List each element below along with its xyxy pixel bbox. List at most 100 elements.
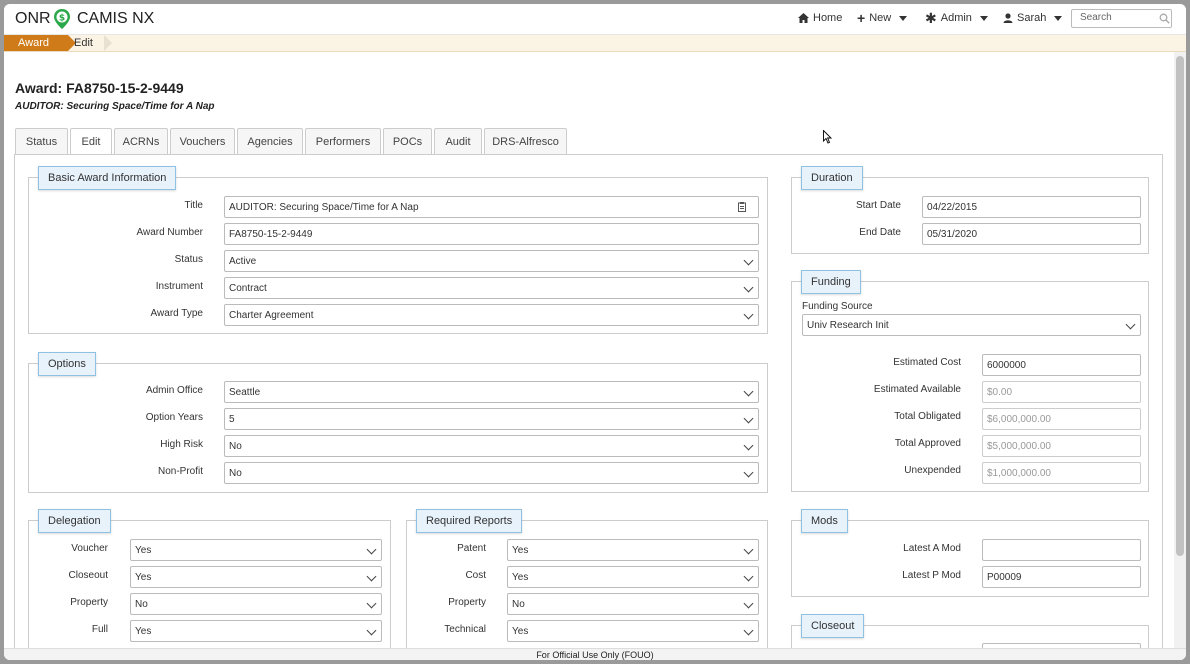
home-icon [798,13,809,23]
footer-banner: For Official Use Only (FOUO) [4,648,1186,660]
nav-user-label: Sarah [1017,12,1047,24]
tab-acrns[interactable]: ACRNs [114,128,168,154]
main-content: Award: FA8750-15-2-9449 AUDITOR: Securin… [4,52,1174,648]
technical-select[interactable]: Yes [507,620,759,642]
closeout-label: Closeout [68,570,108,581]
brand-camis: CAMIS NX [77,10,155,27]
award-number-label: Award Number [136,227,203,238]
tab-status[interactable]: Status [15,128,68,154]
title-field[interactable]: AUDITOR: Securing Space/Time for A Nap [224,196,759,218]
page-subtitle: AUDITOR: Securing Space/Time for A Nap [15,101,215,112]
total-approved-field: $5,000,000.00 [982,435,1141,457]
closeout-legend: Closeout [801,614,865,638]
voucher-select[interactable]: Yes [130,539,382,561]
voucher-label: Voucher [71,543,108,554]
page-title: Award: FA8750-15-2-9449 [15,80,184,96]
estimated-available-label: Estimated Available [873,384,961,395]
award-type-select[interactable]: Charter Agreement [224,304,759,326]
vertical-scrollbar[interactable] [1174,52,1186,648]
svg-text:$: $ [59,14,65,24]
brand-onr: ONR [15,10,51,27]
tab-vouchers[interactable]: Vouchers [170,128,235,154]
breadcrumb-arrow [104,35,112,51]
latest-a-mod-field[interactable] [982,539,1141,561]
nav-admin[interactable]: ✱ Admin [925,10,988,26]
cost-select[interactable]: Yes [507,566,759,588]
admin-office-select[interactable]: Seattle [224,381,759,403]
breadcrumb: Award Edit [4,35,1186,52]
cost-label: Cost [465,570,486,581]
award-number-field[interactable]: FA8750-15-2-9449 [224,223,759,245]
start-date-field[interactable]: 04/22/2015 [922,196,1141,218]
patent-select[interactable]: Yes [507,539,759,561]
option-years-select[interactable]: 5 [224,408,759,430]
instrument-label: Instrument [155,281,203,292]
user-icon [1003,13,1013,23]
breadcrumb-edit: Edit [74,37,93,49]
title-label: Title [184,200,203,211]
award-type-label: Award Type [150,308,203,319]
status-select[interactable]: Active [224,250,759,272]
full-select[interactable]: Yes [130,620,382,642]
patent-label: Patent [457,543,486,554]
estimated-available-field: $0.00 [982,381,1141,403]
delegation-property-label: Property [70,597,108,608]
estimated-cost-field[interactable]: 6000000 [982,354,1141,376]
tab-agencies[interactable]: Agencies [237,128,303,154]
mods-legend: Mods [801,509,848,533]
search-input[interactable]: Search [1071,9,1172,28]
asterisk-icon: ✱ [925,10,937,26]
status-label: Status [174,254,203,265]
funding-source-select[interactable]: Univ Research Init [802,314,1141,336]
reports-property-label: Property [448,597,486,608]
reports-property-select[interactable]: No [507,593,759,615]
tab-audit[interactable]: Audit [434,128,482,154]
end-date-field[interactable]: 05/31/2020 [922,223,1141,245]
delegation-legend: Delegation [38,509,111,533]
funding-legend: Funding [801,270,861,294]
total-approved-label: Total Approved [894,438,961,449]
delegation-property-select[interactable]: No [130,593,382,615]
total-obligated-label: Total Obligated [894,411,961,422]
tab-pocs[interactable]: POCs [383,128,432,154]
chevron-down-icon [1054,15,1063,21]
nav-home-label: Home [813,12,843,24]
latest-p-mod-field[interactable]: P00009 [982,566,1141,588]
plus-icon: + [857,10,866,26]
high-risk-label: High Risk [160,439,203,450]
required-reports-legend: Required Reports [416,509,523,533]
latest-p-mod-label: Latest P Mod [902,570,961,581]
closeout-select[interactable]: Yes [130,566,382,588]
tab-performers[interactable]: Performers [305,128,381,154]
chevron-down-icon [979,15,988,21]
nav-user[interactable]: Sarah [1003,12,1063,24]
instrument-select[interactable]: Contract [224,277,759,299]
options-legend: Options [38,352,96,376]
scrollbar-thumb[interactable] [1176,56,1184,556]
tab-drs-alfresco[interactable]: DRS-Alfresco [484,128,567,154]
dollar-logo-icon: $ [53,8,71,35]
high-risk-select[interactable]: No [224,435,759,457]
tab-edit[interactable]: Edit [70,128,112,155]
nav-new[interactable]: + New [857,10,908,26]
option-years-label: Option Years [145,412,203,423]
non-profit-label: Non-Profit [157,466,203,477]
end-date-label: End Date [859,227,901,238]
basic-award-legend: Basic Award Information [38,166,177,190]
app-window: ONR $ CAMIS NX Home + New ✱ Admin Sarah … [4,4,1186,660]
technical-label: Technical [444,624,486,635]
clipboard-icon[interactable] [738,202,746,212]
search-icon[interactable] [1159,13,1170,24]
breadcrumb-award[interactable]: Award [4,35,76,51]
duration-legend: Duration [801,166,863,190]
nav-new-label: New [869,12,892,24]
latest-a-mod-label: Latest A Mod [903,543,961,554]
unexpended-field: $1,000,000.00 [982,462,1141,484]
mouse-cursor-icon [823,130,833,144]
nav-home[interactable]: Home [798,12,842,24]
funding-source-label: Funding Source [802,301,873,312]
nav-admin-label: Admin [940,12,972,24]
non-profit-select[interactable]: No [224,462,759,484]
top-navbar: ONR $ CAMIS NX Home + New ✱ Admin Sarah … [4,4,1186,35]
admin-office-label: Admin Office [145,385,203,396]
